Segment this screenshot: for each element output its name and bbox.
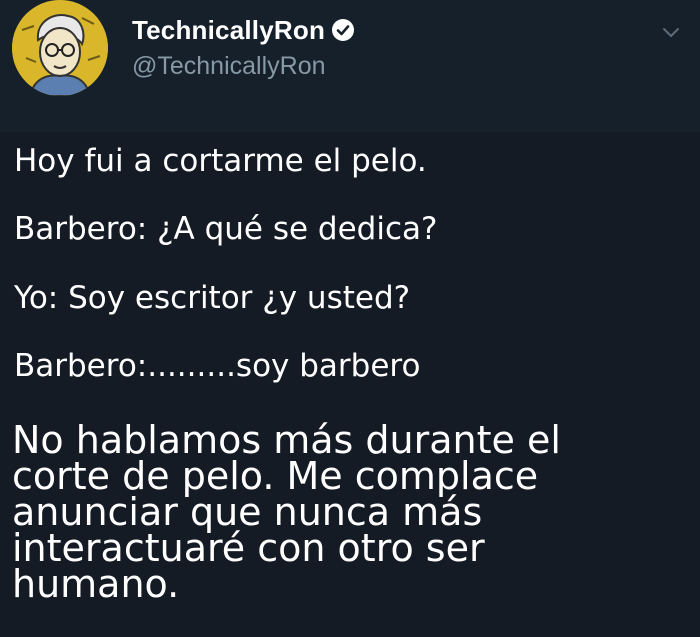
tweet-header: TechnicallyRon @TechnicallyRon [0,0,700,132]
closing-line: humano. [12,562,180,606]
tweet-line: Barbero: ¿A qué se dedica? [14,211,438,247]
chevron-down-icon[interactable] [662,26,680,38]
tweet-line: Yo: Soy escritor ¿y usted? [14,280,411,316]
closing-line: interactuaré con otro ser [12,526,485,570]
tweet-line: Hoy fui a cortarme el pelo. [14,143,427,179]
closing-line: No hablamos más durante el [12,418,561,462]
avatar[interactable] [12,0,108,96]
tweet-closing-paragraph: No hablamos más durante el corte de pelo… [12,418,692,606]
user-handle[interactable]: @TechnicallyRon [132,52,326,81]
tweet-line: Barbero:.........soy barbero [14,348,421,384]
tweet-body: Hoy fui a cortarme el pelo. Barbero: ¿A … [0,132,700,637]
name-row: TechnicallyRon [132,12,355,48]
closing-line: corte de pelo. Me complace [12,454,539,498]
verified-badge-icon [331,18,355,42]
display-name[interactable]: TechnicallyRon [132,15,325,46]
closing-line: anunciar que nunca más [12,490,483,534]
